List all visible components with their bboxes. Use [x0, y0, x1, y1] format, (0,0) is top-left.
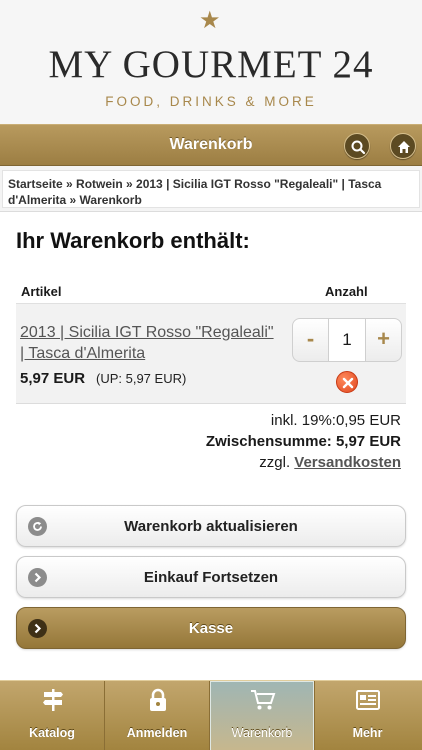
tab-warenkorb-label: Warenkorb [231, 726, 293, 740]
close-icon [342, 377, 354, 389]
tab-warenkorb[interactable]: Warenkorb [210, 681, 315, 750]
unit-price: (UP: 5,97 EUR) [96, 371, 187, 386]
continue-shopping-label: Einkauf Fortsetzen [143, 569, 279, 586]
shipping-costs-link[interactable]: Versandkosten [294, 454, 401, 471]
price-value: 5,97 EUR [20, 370, 86, 387]
checkout-label: Kasse [188, 620, 234, 637]
shipping-line: zzgl. Versandkosten [206, 452, 401, 473]
title-bar: Warenkorb [0, 124, 422, 166]
cart-totals: inkl. 19%:0,95 EUR Zwischensumme: 5,97 E… [206, 410, 401, 473]
column-header-quantity: Anzahl [325, 284, 368, 299]
tab-anmelden[interactable]: Anmelden [105, 681, 210, 750]
tab-anmelden-label: Anmelden [126, 726, 188, 740]
continue-shopping-button[interactable]: Einkauf Fortsetzen [16, 556, 406, 598]
home-button[interactable] [390, 133, 416, 159]
signpost-icon [43, 689, 63, 711]
bottom-tab-bar: Katalog Anmelden Warenkorb Mehr [0, 680, 422, 750]
search-icon [351, 140, 366, 155]
star-icon: ★ [199, 7, 221, 34]
brand-tagline: FOOD, DRINKS & MORE [105, 94, 317, 109]
quantity-stepper: - 1 + [292, 318, 402, 362]
breadcrumb: Startseite » Rotwein » 2013 | Sicilia IG… [0, 166, 422, 212]
tab-mehr-label: Mehr [352, 726, 383, 740]
vat-line: inkl. 19%:0,95 EUR [270, 412, 401, 429]
more-icon [356, 690, 380, 710]
product-link[interactable]: 2013 | Sicilia IGT Rosso "Regaleali" | T… [20, 322, 280, 364]
remove-item-button[interactable] [336, 371, 358, 393]
brand-header: ★ MY GOURMET 24 FOOD, DRINKS & MORE [0, 0, 422, 124]
search-button[interactable] [344, 133, 370, 159]
shipping-prefix: zzgl. [259, 454, 291, 471]
product-price: 5,97 EUR [20, 370, 85, 387]
column-header-article: Artikel [21, 284, 62, 299]
update-cart-button[interactable]: Warenkorb aktualisieren [16, 505, 406, 547]
tab-katalog[interactable]: Katalog [0, 681, 105, 750]
cart-heading: Ihr Warenkorb enthält: [16, 228, 250, 253]
cart-icon [251, 690, 276, 710]
breadcrumb-text[interactable]: Startseite » Rotwein » 2013 | Sicilia IG… [2, 170, 420, 208]
cart-item-row: 2013 | Sicilia IGT Rosso "Regaleali" | T… [16, 304, 406, 404]
update-cart-label: Warenkorb aktualisieren [124, 518, 298, 535]
cart-table-header: Artikel Anzahl [16, 278, 406, 304]
checkout-button[interactable]: Kasse [16, 607, 406, 649]
home-icon [398, 141, 410, 153]
subtotal-line: Zwischensumme: 5,97 EUR [205, 433, 401, 450]
quantity-decrease-button[interactable]: - [293, 319, 329, 361]
tab-mehr[interactable]: Mehr [315, 681, 420, 750]
lock-icon [150, 688, 166, 711]
quantity-increase-button[interactable]: + [365, 319, 401, 361]
quantity-input[interactable]: 1 [329, 319, 365, 361]
tab-katalog-label: Katalog [29, 726, 75, 740]
brand-logo: MY GOURMET 24 [48, 43, 374, 86]
